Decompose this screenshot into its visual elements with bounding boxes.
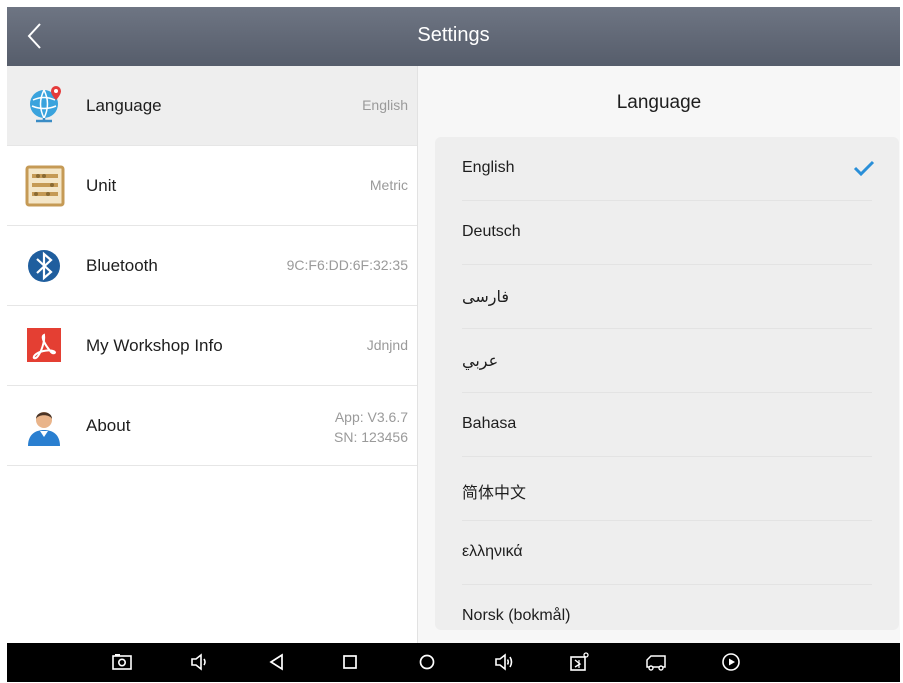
- checkmark-icon: [853, 159, 875, 177]
- settings-item-bluetooth[interactable]: Bluetooth 9C:F6:DD:6F:32:35: [7, 226, 417, 306]
- settings-item-label: About: [86, 416, 131, 435]
- play-icon[interactable]: [720, 651, 742, 673]
- settings-item-value: Jdnjnd: [366, 337, 408, 353]
- language-option[interactable]: فارسی: [462, 265, 872, 329]
- settings-list: Language English Unit Metric Bluetooth 9…: [7, 66, 417, 643]
- language-option[interactable]: ελληνικά: [462, 521, 872, 585]
- screenshot-icon[interactable]: [111, 651, 133, 673]
- language-option[interactable]: Bahasa: [462, 393, 872, 457]
- app-frame: Settings Language English Unit Metric Bl…: [7, 7, 900, 682]
- recents-icon[interactable]: [416, 651, 438, 673]
- language-option[interactable]: English: [462, 137, 875, 201]
- page-title: Settings: [417, 24, 490, 46]
- language-option[interactable]: 简体中文: [462, 457, 872, 521]
- vci-icon[interactable]: [568, 651, 590, 673]
- settings-item-label: Language: [86, 96, 162, 115]
- settings-item-language[interactable]: Language English: [7, 66, 417, 146]
- language-option-label: عربي: [462, 353, 499, 370]
- language-option-label: Bahasa: [462, 415, 517, 432]
- language-option-label: Deutsch: [462, 223, 521, 240]
- system-nav-bar: [7, 643, 900, 682]
- panel-heading: Language: [616, 92, 702, 113]
- settings-item-about[interactable]: About App: V3.6.7 SN: 123456: [7, 386, 417, 466]
- settings-item-value: Metric: [369, 177, 408, 193]
- language-option-label: 简体中文: [462, 485, 527, 502]
- settings-item-value: 9C:F6:DD:6F:32:35: [286, 257, 408, 273]
- app-version: App: V3.6.7: [334, 409, 408, 425]
- globe-icon: [24, 84, 68, 128]
- bluetooth-icon: [24, 244, 68, 288]
- language-option-label: English: [462, 159, 515, 176]
- settings-item-value: App: V3.6.7 SN: 123456: [334, 407, 408, 447]
- abacus-icon: [24, 164, 68, 208]
- language-option[interactable]: عربي: [462, 329, 872, 393]
- settings-item-value: English: [362, 97, 408, 113]
- pdf-icon: [24, 324, 68, 368]
- language-panel: Language English Deutsch فارسی عربي Baha…: [417, 66, 900, 643]
- settings-item-label: My Workshop Info: [86, 336, 223, 355]
- volume-up-icon[interactable]: [493, 651, 515, 673]
- back-icon[interactable]: [266, 651, 288, 673]
- language-option[interactable]: Deutsch: [462, 201, 872, 265]
- serial-number: SN: 123456: [334, 429, 408, 445]
- language-option-label: ελληνικά: [462, 543, 523, 560]
- language-options-list: English Deutsch فارسی عربي Bahasa 简体中文 ε…: [435, 137, 899, 630]
- settings-item-workshop-info[interactable]: My Workshop Info Jdnjnd: [7, 306, 417, 386]
- home-icon[interactable]: [339, 651, 361, 673]
- settings-item-label: Unit: [86, 176, 117, 195]
- language-option-label: Norsk (bokmål): [462, 607, 571, 624]
- language-option[interactable]: Norsk (bokmål): [462, 585, 872, 630]
- volume-down-icon[interactable]: [188, 651, 210, 673]
- truck-icon[interactable]: [645, 651, 667, 673]
- title-bar: Settings: [7, 7, 900, 66]
- settings-item-label: Bluetooth: [86, 256, 158, 275]
- user-icon: [24, 404, 68, 448]
- language-option-label: فارسی: [462, 289, 509, 306]
- settings-item-unit[interactable]: Unit Metric: [7, 146, 417, 226]
